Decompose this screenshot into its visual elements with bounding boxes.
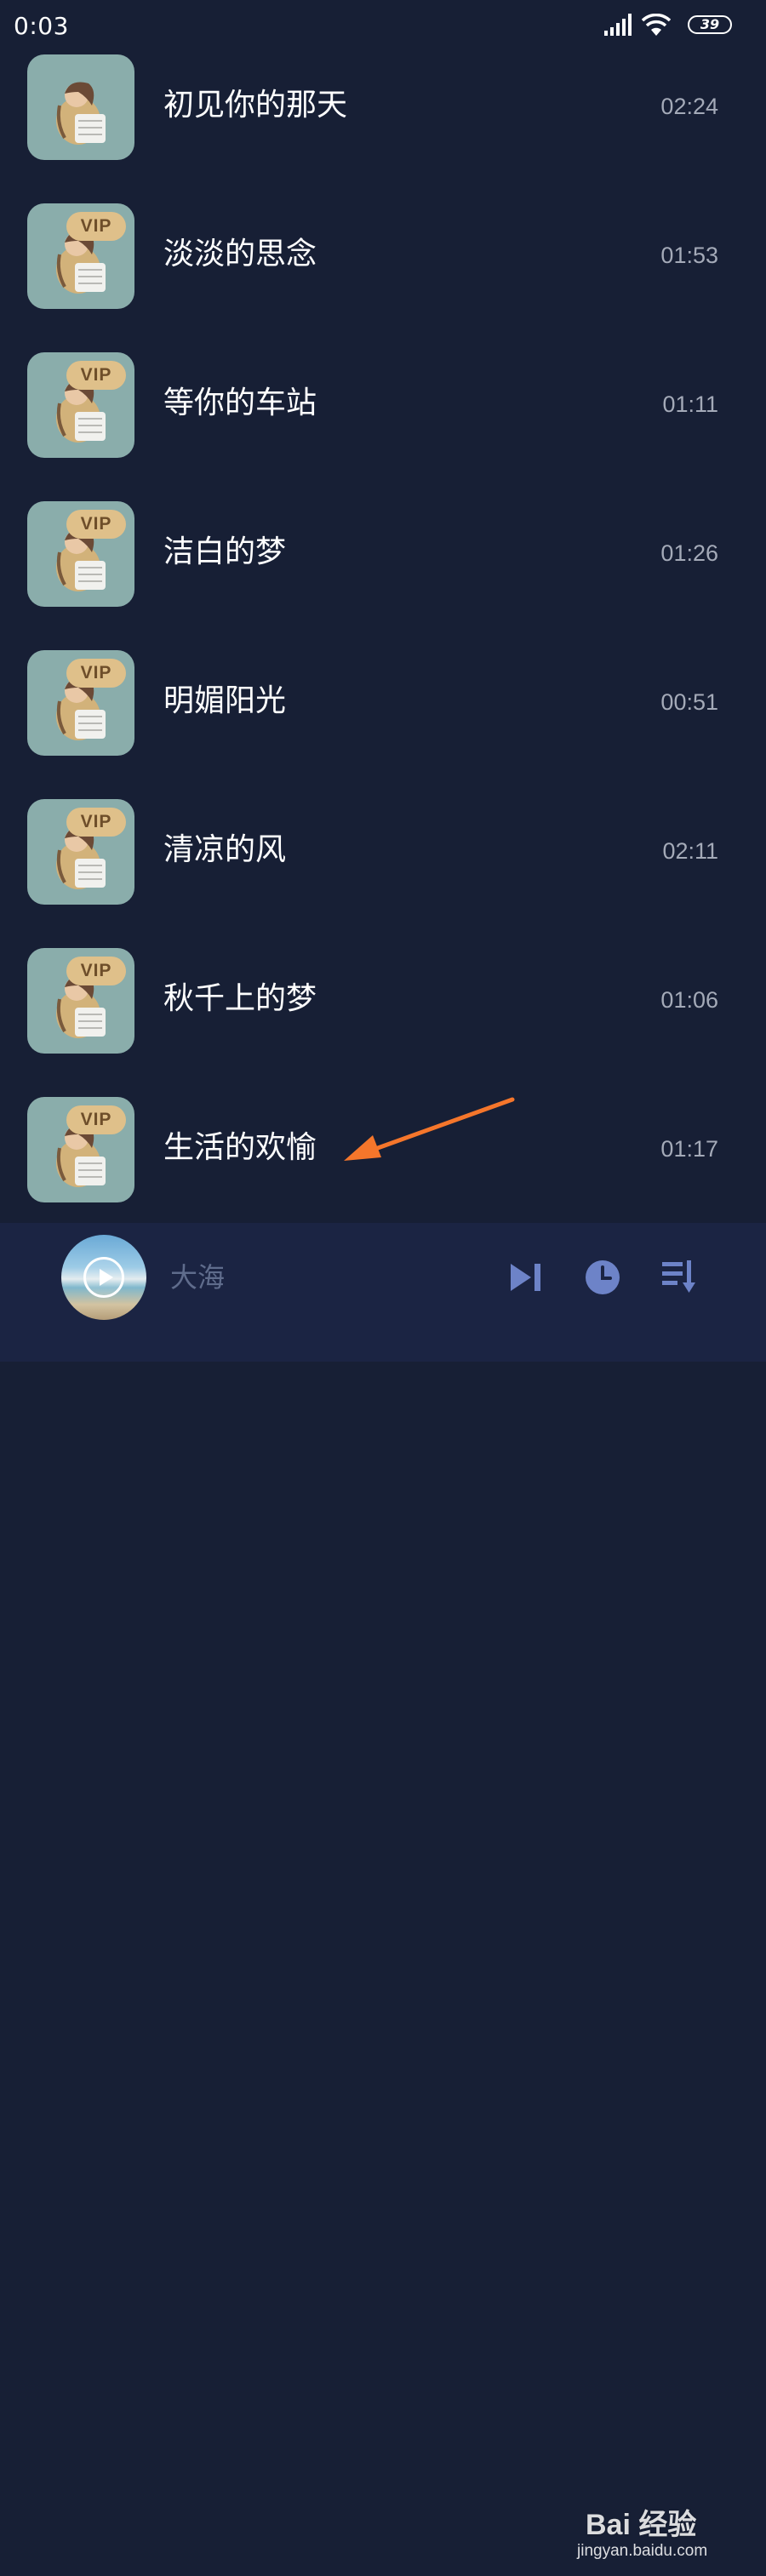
song-duration: 01:17 [660,1136,718,1162]
vip-badge: VIP [66,212,126,241]
play-icon[interactable] [83,1257,124,1298]
status-icons: 39 [604,14,732,39]
song-cover: VIP [27,650,134,756]
song-title: 等你的车站 [163,386,317,420]
song-list: 初见你的那天 02:24 VIP 淡淡的思念 01:53 VIP 等你的车站 01:11 VIP… [0,53,766,1244]
song-title: 淡淡的思念 [163,237,317,271]
vip-badge: VIP [66,808,126,837]
song-duration: 01:53 [660,243,718,268]
song-title: 秋千上的梦 [163,981,317,1016]
cover-art [56,82,106,145]
vip-badge: VIP [66,659,126,688]
status-time: 0:03 [14,12,69,40]
song-cover: VIP [27,501,134,607]
wifi-icon [642,14,671,36]
song-cover: VIP [27,799,134,905]
song-row[interactable]: VIP 洁白的梦 01:26 [0,500,766,648]
now-playing-title[interactable]: 大海 [170,1260,225,1294]
vip-badge: VIP [66,957,126,985]
song-duration: 02:11 [662,838,718,864]
song-cover: VIP [27,203,134,309]
vip-badge: VIP [66,1105,126,1134]
song-row[interactable]: VIP 等你的车站 01:11 [0,351,766,500]
watermark-url: jingyan.baidu.com [577,2542,708,2560]
song-row[interactable]: 初见你的那天 02:24 [0,53,766,202]
vip-badge: VIP [66,510,126,539]
now-playing-cover[interactable] [61,1235,146,1320]
song-duration: 01:11 [662,391,718,417]
song-row[interactable]: VIP 明媚阳光 00:51 [0,648,766,797]
watermark-logo: Bai 经验 [586,2509,697,2541]
song-cover: VIP [27,352,134,458]
next-icon[interactable] [509,1260,543,1294]
song-title: 明媚阳光 [163,683,287,718]
battery-icon: 39 [688,15,732,34]
song-row[interactable]: VIP 淡淡的思念 01:53 [0,202,766,351]
song-duration: 00:51 [660,689,718,715]
song-cover: VIP [27,948,134,1054]
player-bar: 大海 Bai 经验 jingyan.baidu.com [0,1223,766,2560]
song-duration: 01:26 [660,540,718,566]
annotation-arrow [344,1097,515,1161]
song-row[interactable]: VIP 清凉的风 02:11 [0,797,766,946]
signal-icon [604,14,632,36]
song-title: 初见你的那天 [163,88,348,123]
status-bar: 0:03 39 [0,0,766,53]
baidu-watermark: Bai 经验 jingyan.baidu.com [575,2482,763,2576]
vip-badge: VIP [66,361,126,390]
song-title: 洁白的梦 [163,534,287,569]
song-cover [27,54,134,160]
song-cover: VIP [27,1097,134,1202]
song-title: 生活的欢愉 [163,1130,317,1165]
song-duration: 02:24 [660,94,718,119]
song-duration: 01:06 [660,987,718,1013]
song-row[interactable]: VIP 秋千上的梦 01:06 [0,946,766,1095]
timer-icon[interactable] [584,1259,621,1296]
playlist-icon[interactable] [660,1257,698,1294]
song-title: 清凉的风 [163,832,287,867]
